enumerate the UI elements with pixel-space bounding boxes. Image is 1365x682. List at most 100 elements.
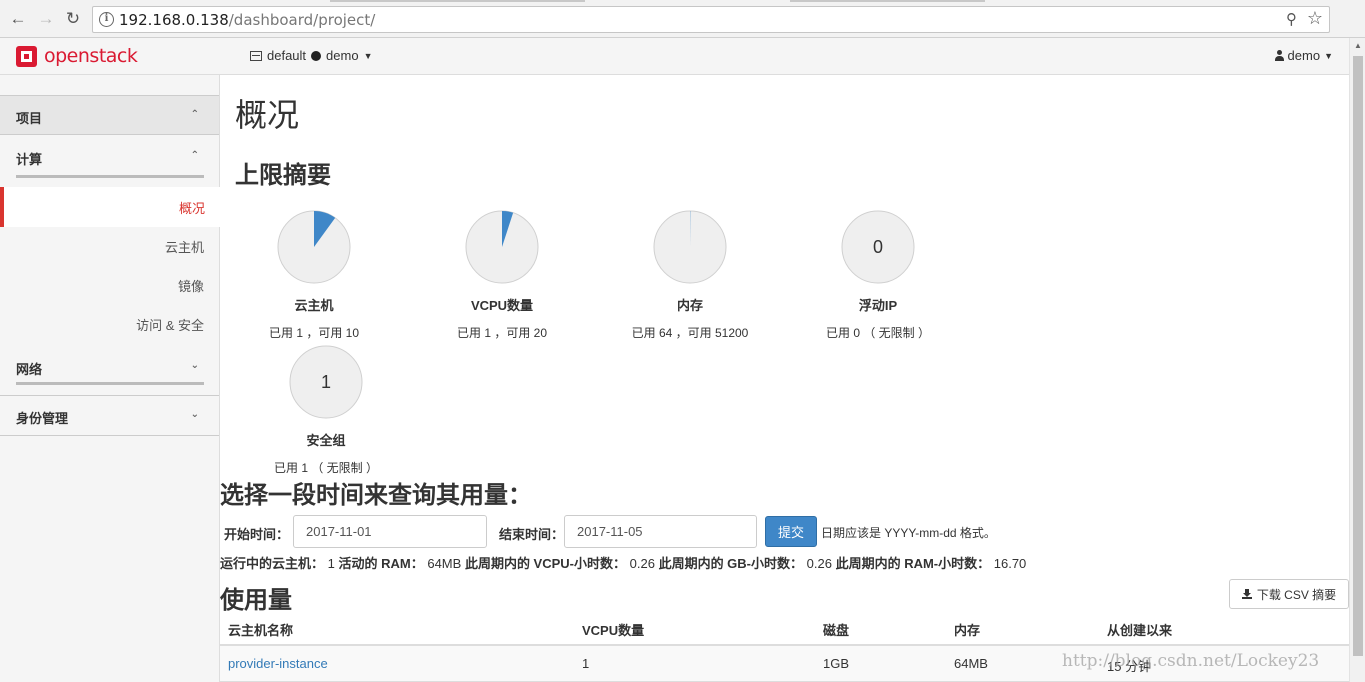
download-icon — [1241, 589, 1252, 599]
sidebar-item-instances[interactable]: 云主机 — [165, 237, 204, 256]
reload-icon[interactable]: ↻ — [63, 9, 83, 29]
scroll-up-icon[interactable]: ▲ — [1354, 41, 1362, 50]
chevron-down-icon: ⌄ — [190, 360, 199, 371]
forward-arrow-icon[interactable]: → — [36, 9, 56, 29]
sidebar-section-identity[interactable]: 身份管理 ⌄ — [0, 395, 219, 436]
caret-down-icon: ▼ — [363, 50, 373, 61]
project-selector[interactable]: default demo ▼ — [250, 48, 373, 63]
address-bar[interactable]: i 192.168.0.138/dashboard/project/ ⚲ ☆ — [92, 6, 1330, 33]
page-scrollbar[interactable]: ▲ — [1349, 38, 1365, 682]
sidebar-section-label: 项目 — [16, 111, 43, 126]
project-dot-icon — [311, 50, 322, 61]
summary-label: 此周期内的 GB-小时数： — [658, 556, 804, 571]
pie-chart-security-groups: 1 — [289, 345, 363, 419]
pie-label: 云主机 — [294, 298, 334, 313]
sidebar: 项目 ⌃ 计算 ⌃ 概况 云主机 镜像 访问 & 安全 网络 ⌄ 身份管理 ⌄ — [0, 75, 220, 682]
page-title: 概况 — [235, 97, 300, 133]
pie-card-vcpus: VCPU数量 已用 1 ，可用 20 — [422, 209, 582, 341]
pie-usage-text: 已用 1 ，可用 10 — [268, 326, 360, 340]
pie-center-value: 0 — [873, 237, 883, 257]
summary-label: 此周期内的 RAM-小时数： — [835, 556, 991, 571]
url-path: /dashboard/project/ — [228, 11, 376, 29]
section-divider — [16, 175, 204, 178]
start-date-label: 开始时间： — [224, 527, 290, 542]
instance-name-link[interactable]: provider-instance — [228, 656, 328, 671]
main-content: 概况 上限摘要 云主机 已用 1 ，可用 10 VCPU数量 已用 1 ，可用 … — [220, 75, 1349, 682]
pie-usage-text: 已用 64 ，可用 51200 — [631, 326, 749, 340]
summary-value: 1 — [327, 556, 335, 571]
usage-query-title: 选择一段时间来查询其用量： — [220, 482, 532, 509]
pie-label: VCPU数量 — [470, 298, 534, 313]
usage-summary: 运行中的云主机： 1 活动的 RAM： 64MB 此周期内的 VCPU-小时数：… — [220, 553, 1026, 572]
scroll-thumb[interactable] — [1353, 56, 1363, 656]
pie-chart-instances — [277, 210, 351, 284]
cell-vcpu: 1 — [582, 656, 590, 671]
sidebar-item-access-security[interactable]: 访问 & 安全 — [136, 315, 204, 334]
pie-label: 内存 — [676, 298, 703, 313]
download-csv-label: 下载 CSV 摘要 — [1256, 587, 1337, 602]
column-header[interactable]: 内存 — [954, 620, 980, 639]
summary-label: 运行中的云主机： — [220, 556, 325, 571]
start-date-input[interactable] — [293, 515, 487, 548]
submit-button[interactable]: 提交 — [765, 516, 817, 547]
domain-name: default — [267, 48, 307, 63]
summary-value: 64MB — [427, 556, 462, 571]
bookmark-star-icon[interactable]: ☆ — [1307, 8, 1323, 29]
sidebar-section-label: 计算 — [16, 152, 43, 167]
column-header[interactable]: VCPU数量 — [582, 620, 644, 639]
download-csv-button[interactable]: 下载 CSV 摘要 — [1229, 579, 1349, 609]
project-name: demo — [326, 48, 359, 63]
cell-disk: 1GB — [823, 656, 850, 671]
info-icon[interactable]: i — [99, 12, 114, 27]
date-range-form: 开始时间： 结束时间： 提交 日期应该是 YYYY-mm-dd 格式。 — [220, 515, 1220, 549]
limits-summary-title: 上限摘要 — [235, 162, 331, 189]
sidebar-item-overview[interactable]: 概况 — [0, 187, 220, 227]
url-text[interactable]: 192.168.0.138/dashboard/project/ — [119, 11, 375, 29]
column-header[interactable]: 磁盘 — [823, 620, 849, 639]
sidebar-section-network[interactable]: 网络 ⌄ — [0, 347, 219, 391]
usage-table: 云主机名称 VCPU数量 磁盘 内存 从创建以来 provider-instan… — [220, 611, 1349, 682]
section-divider — [16, 382, 204, 385]
brand-text: openstack — [44, 45, 138, 67]
caret-down-icon: ▼ — [1324, 50, 1333, 61]
browser-toolbar: ← → ↻ i 192.168.0.138/dashboard/project/… — [0, 0, 1365, 38]
summary-label: 活动的 RAM： — [338, 556, 424, 571]
url-host: 192.168.0.138 — [119, 11, 229, 29]
openstack-logo-icon — [16, 46, 37, 67]
sidebar-item-label: 概况 — [178, 201, 205, 216]
pie-card-ram: 内存 已用 64 ，可用 51200 — [610, 209, 770, 341]
pie-label: 浮动IP — [858, 298, 898, 313]
tab-strip-hint — [330, 0, 585, 2]
end-date-label: 结束时间： — [499, 527, 565, 542]
column-header[interactable]: 从创建以来 — [1107, 620, 1172, 639]
watermark-text: http://blog.csdn.net/Lockey23 — [1062, 651, 1320, 671]
pie-card-security-groups: 1 安全组 已用 1 （ 无限制 ） — [246, 344, 406, 476]
top-navbar: openstack default demo ▼ demo ▼ — [0, 38, 1349, 75]
pie-card-instances: 云主机 已用 1 ，可用 10 — [234, 209, 394, 341]
server-icon — [250, 50, 262, 61]
pie-label: 安全组 — [306, 433, 346, 448]
chevron-up-icon: ⌃ — [190, 150, 199, 161]
key-icon[interactable]: ⚲ — [1286, 10, 1297, 28]
sidebar-section-label: 身份管理 — [16, 411, 69, 426]
end-date-input[interactable] — [564, 515, 757, 548]
user-menu[interactable]: demo ▼ — [1274, 48, 1333, 63]
pie-chart-ram — [653, 210, 727, 284]
cell-ram: 64MB — [954, 656, 988, 671]
pie-usage-text: 已用 0 （ 无限制 ） — [825, 326, 930, 340]
usage-title: 使用量 — [220, 587, 292, 614]
sidebar-item-images[interactable]: 镜像 — [178, 276, 204, 295]
user-icon — [1274, 50, 1284, 61]
pie-card-floating-ip: 0 浮动IP 已用 0 （ 无限制 ） — [798, 209, 958, 341]
pie-usage-text: 已用 1 （ 无限制 ） — [273, 461, 378, 475]
pie-usage-text: 已用 1 ，可用 20 — [456, 326, 548, 340]
summary-value: 16.70 — [993, 556, 1027, 571]
back-arrow-icon[interactable]: ← — [8, 9, 28, 29]
sidebar-section-project[interactable]: 项目 ⌃ — [0, 95, 219, 135]
summary-value: 0.26 — [629, 556, 655, 571]
pie-chart-floating-ip: 0 — [841, 210, 915, 284]
column-header[interactable]: 云主机名称 — [228, 620, 293, 639]
sidebar-section-compute[interactable]: 计算 ⌃ — [0, 137, 219, 189]
chevron-down-icon: ⌄ — [190, 409, 199, 420]
sidebar-section-label: 网络 — [16, 362, 43, 377]
